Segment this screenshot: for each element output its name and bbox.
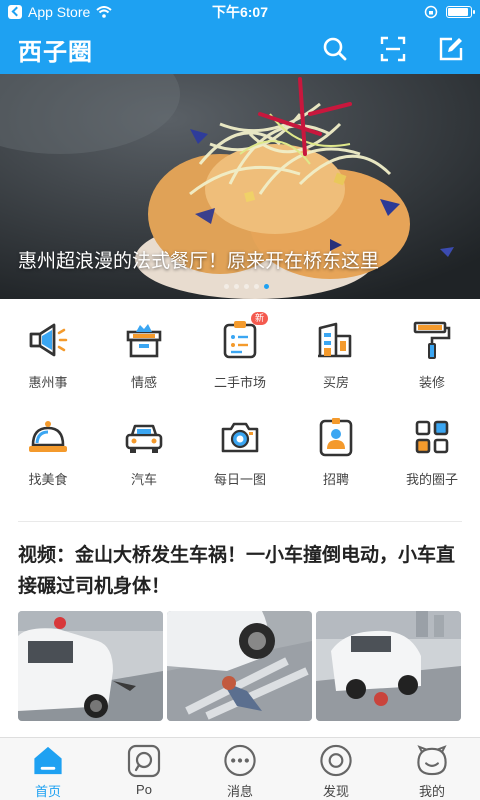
- discover-icon: [320, 744, 352, 777]
- article-thumbnail[interactable]: [18, 611, 163, 721]
- accident-photo: [167, 611, 312, 721]
- tab-label: 首页: [34, 784, 61, 799]
- category-recruitment[interactable]: 招聘: [288, 415, 384, 488]
- article-thumbnail[interactable]: [167, 611, 312, 721]
- bottom-tab-bar: 首页 Po 消息 发现 我的: [0, 737, 480, 800]
- tab-home[interactable]: 首页: [0, 738, 96, 800]
- carousel-dot-active: [263, 284, 269, 289]
- category-grid: 惠州事 情感 新 二手市场 买房 装修 找美食 汽车 每日一图 招聘 我的圈子: [0, 312, 480, 488]
- message-icon: [224, 744, 256, 777]
- search-icon[interactable]: [322, 36, 348, 62]
- megaphone-icon: [29, 323, 68, 357]
- banner-title[interactable]: 惠州超浪漫的法式餐厅！原来开在桥东这里: [18, 246, 379, 273]
- category-label: 我的圈子: [405, 472, 458, 487]
- box-icon: [126, 324, 162, 358]
- back-label: App Store: [28, 4, 91, 20]
- back-icon: [8, 5, 22, 19]
- category-find-food[interactable]: 找美食: [0, 415, 96, 488]
- battery-icon: [446, 6, 475, 18]
- tab-label: 消息: [226, 784, 253, 799]
- category-car[interactable]: 汽车: [96, 415, 192, 488]
- new-badge: 新: [250, 312, 268, 325]
- tab-label: Po: [136, 782, 152, 797]
- car-icon: [125, 424, 163, 453]
- accident-photo: [18, 611, 163, 721]
- carousel-dots: [0, 284, 480, 289]
- tab-po[interactable]: Po: [96, 738, 192, 800]
- divider: [18, 521, 462, 522]
- tab-label: 发现: [322, 784, 349, 799]
- category-my-circles[interactable]: 我的圈子: [384, 415, 480, 488]
- edit-icon[interactable]: [438, 36, 464, 62]
- home-icon: [34, 746, 62, 775]
- tab-discover[interactable]: 发现: [288, 738, 384, 800]
- category-huizhou-news[interactable]: 惠州事: [0, 318, 96, 391]
- post-icon: [127, 744, 161, 778]
- article-thumbnails[interactable]: [18, 611, 461, 721]
- category-buy-house[interactable]: 买房: [288, 318, 384, 391]
- status-bar: App Store 下午6:07: [0, 0, 480, 24]
- carousel-dot: [253, 284, 259, 289]
- tab-label: 我的: [418, 784, 445, 799]
- category-label: 买房: [322, 375, 349, 390]
- category-label: 每日一图: [213, 472, 266, 487]
- wifi-icon: [96, 6, 112, 18]
- carousel-dot: [223, 284, 229, 289]
- category-decoration[interactable]: 装修: [384, 318, 480, 391]
- profile-icon: [417, 745, 447, 776]
- category-label: 找美食: [28, 472, 68, 487]
- category-label: 惠州事: [28, 375, 68, 390]
- category-emotion[interactable]: 情感: [96, 318, 192, 391]
- orientation-lock-icon: [424, 5, 438, 19]
- category-label: 二手市场: [213, 375, 266, 390]
- carousel-dot: [233, 284, 239, 289]
- carousel-dot: [243, 284, 249, 289]
- accident-photo: [316, 611, 461, 721]
- paint-roller-icon: [413, 321, 451, 359]
- category-label: 装修: [418, 375, 445, 390]
- building-icon: [318, 322, 352, 358]
- food-cloche-icon: [29, 421, 67, 452]
- category-label: 招聘: [322, 472, 349, 487]
- tab-me[interactable]: 我的: [384, 738, 480, 800]
- tab-messages[interactable]: 消息: [192, 738, 288, 800]
- id-badge-icon: [319, 418, 353, 457]
- camera-icon: [221, 422, 259, 453]
- app-header: 西子圈: [0, 24, 480, 74]
- back-to-app-store[interactable]: App Store: [8, 4, 112, 20]
- scan-icon[interactable]: [380, 36, 406, 62]
- category-label: 汽车: [130, 472, 157, 487]
- category-second-hand[interactable]: 新 二手市场: [192, 312, 288, 391]
- top-bar: App Store 下午6:07 西子圈: [0, 0, 480, 74]
- banner-carousel[interactable]: 惠州超浪漫的法式餐厅！原来开在桥东这里: [0, 74, 480, 299]
- category-daily-photo[interactable]: 每日一图: [192, 415, 288, 488]
- article-title[interactable]: 视频：金山大桥发生车祸！一小车撞倒电动，小车直接碾过司机身体！: [18, 540, 468, 602]
- app-logo: 西子圈: [18, 37, 93, 66]
- category-label: 情感: [130, 375, 157, 390]
- grid-icon: [415, 420, 449, 454]
- article-thumbnail[interactable]: [316, 611, 461, 721]
